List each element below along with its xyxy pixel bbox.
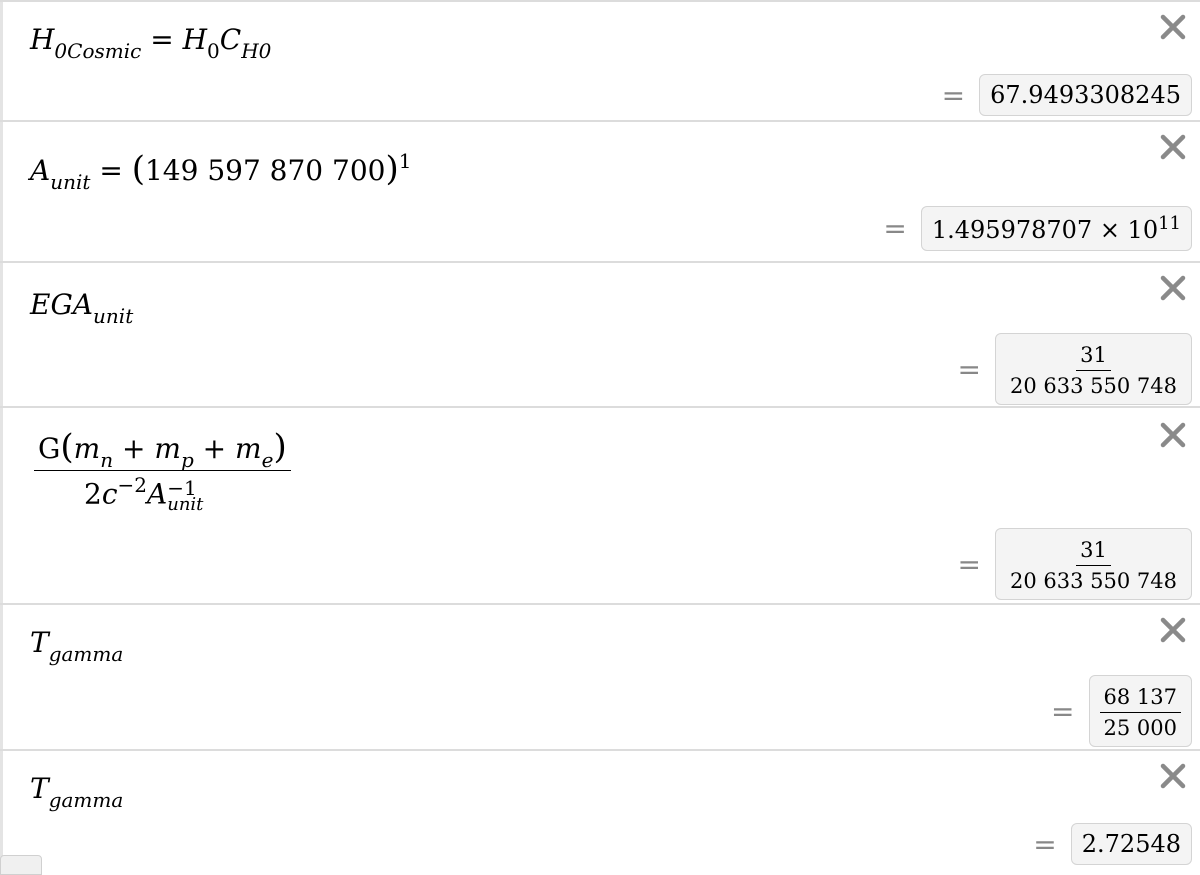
keyboard-toggle-tab[interactable] [0, 855, 42, 875]
equals-sign: = [883, 212, 907, 245]
expression-row-aunit[interactable]: Aunit = (149 597 870 700)1 = 1.495978707… [0, 120, 1200, 261]
result-tgamma-fraction: = 68 137 25 000 [1051, 675, 1192, 747]
expression-egaunit[interactable]: EGAunit [30, 291, 133, 327]
delete-expression-close-icon[interactable] [1158, 420, 1188, 450]
expression-tgamma-decimal[interactable]: Tgamma [30, 775, 123, 811]
result-value: 31 20 633 550 748 [995, 333, 1192, 405]
expression-row-gravity-fraction[interactable]: G(mn + mp + me) 2c−2A −1 unit = 31 20 633 5… [0, 406, 1200, 603]
expression-aunit[interactable]: Aunit = (149 597 870 700)1 [30, 151, 411, 192]
result-value: 1.495978707 × 1011 [920, 206, 1192, 251]
result-tgamma-decimal: = 2.72548 [1033, 823, 1192, 865]
result-value: 31 20 633 550 748 [995, 528, 1192, 600]
result-egaunit: = 31 20 633 550 748 [958, 333, 1192, 405]
expression-row-egaunit[interactable]: EGAunit = 31 20 633 550 748 [0, 261, 1200, 406]
delete-expression-close-icon[interactable] [1158, 12, 1188, 42]
equals-sign: = [1051, 694, 1075, 728]
expression-row-h0cosmic[interactable]: H0Cosmic = H0CH0 = 67.9493308245 [0, 0, 1200, 120]
equals-sign: = [941, 78, 966, 112]
delete-expression-close-icon[interactable] [1158, 615, 1188, 645]
result-gravity-fraction: = 31 20 633 550 748 [958, 528, 1192, 600]
equals-sign: = [1033, 827, 1057, 861]
expression-gravity-fraction[interactable]: G(mn + mp + me) 2c−2A −1 unit [34, 430, 291, 514]
delete-expression-close-icon[interactable] [1158, 132, 1188, 162]
equals-sign: = [957, 352, 981, 386]
expression-tgamma-fraction[interactable]: Tgamma [30, 629, 123, 665]
result-value: 2.72548 [1070, 823, 1192, 865]
result-h0cosmic: = 67.9493308245 [942, 74, 1192, 116]
expression-row-tgamma-decimal[interactable]: Tgamma = 2.72548 [0, 749, 1200, 875]
expression-h0cosmic[interactable]: H0Cosmic = H0CH0 [30, 26, 271, 62]
result-aunit: = 1.495978707 × 1011 [883, 206, 1192, 251]
expression-row-tgamma-fraction[interactable]: Tgamma = 68 137 25 000 [0, 603, 1200, 749]
result-value: 67.9493308245 [979, 74, 1192, 116]
result-value: 68 137 25 000 [1088, 675, 1192, 747]
delete-expression-close-icon[interactable] [1158, 761, 1188, 791]
delete-expression-close-icon[interactable] [1158, 273, 1188, 303]
equals-sign: = [957, 547, 981, 581]
